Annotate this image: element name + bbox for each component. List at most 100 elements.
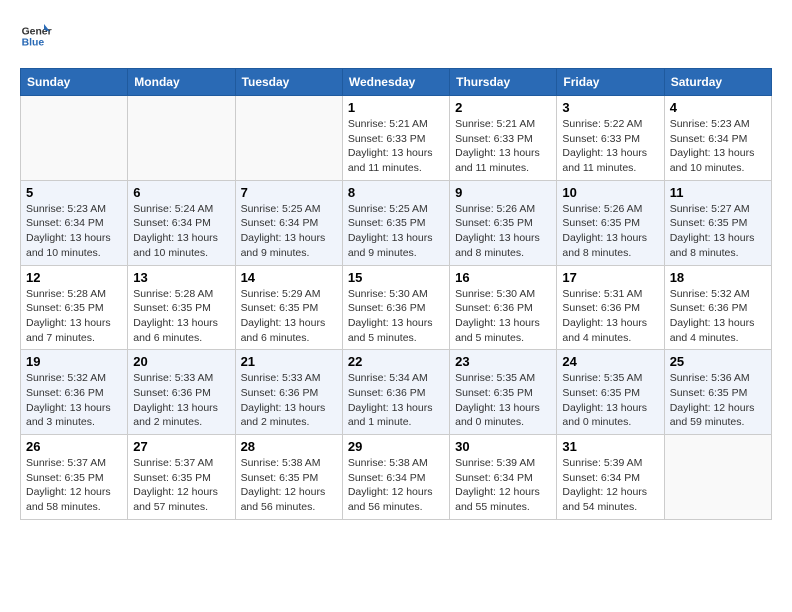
day-number: 26 [26, 439, 122, 454]
calendar-cell: 9Sunrise: 5:26 AM Sunset: 6:35 PM Daylig… [450, 180, 557, 265]
calendar-cell: 29Sunrise: 5:38 AM Sunset: 6:34 PM Dayli… [342, 435, 449, 520]
calendar-week-row: 12 Sunrise: 5:28 AM Sunset: 6:35 PM Dayli… [21, 265, 772, 350]
day-info: Sunrise: 5:32 AM Sunset: 6:36 PM Dayligh… [26, 371, 122, 430]
day-info: Sunrise: 5:23 AM Sunset: 6:34 PM Dayligh… [670, 117, 766, 176]
day-info: Sunrise: 5:39 AM Sunset: 6:34 PM Dayligh… [562, 456, 658, 515]
day-number: 7 [241, 185, 337, 200]
calendar-cell: 18 Sunrise: 5:32 AM Sunset: 6:36 PM Dayli… [664, 265, 771, 350]
day-header-saturday: Saturday [664, 69, 771, 96]
calendar-cell: 26 Sunrise: 5:37 AM Sunset: 6:35 PM Dayli… [21, 435, 128, 520]
day-number: 25 [670, 354, 766, 369]
calendar-cell: 13 Sunrise: 5:28 AM Sunset: 6:35 PM Dayli… [128, 265, 235, 350]
day-number: 21 [241, 354, 337, 369]
calendar-cell [128, 96, 235, 181]
day-info: Sunrise: 5:32 AM Sunset: 6:36 PM Dayligh… [670, 287, 766, 346]
svg-text:Blue: Blue [22, 38, 45, 49]
calendar-cell: 14 Sunrise: 5:29 AM Sunset: 6:35 PM Dayli… [235, 265, 342, 350]
day-header-sunday: Sunday [21, 69, 128, 96]
day-info: Sunrise: 5:25 AM Sunset: 6:34 PM Dayligh… [241, 202, 337, 261]
day-info: Sunrise: 5:28 AM Sunset: 6:35 PM Dayligh… [26, 287, 122, 346]
day-info: Sunrise: 5:22 AM Sunset: 6:33 PM Dayligh… [562, 117, 658, 176]
calendar-cell: 15Sunrise: 5:30 AM Sunset: 6:36 PM Dayli… [342, 265, 449, 350]
day-number: 30 [455, 439, 551, 454]
calendar-cell: 22 Sunrise: 5:34 AM Sunset: 6:36 PM Dayli… [342, 350, 449, 435]
day-number: 5 [26, 185, 122, 200]
day-info: Sunrise: 5:29 AM Sunset: 6:35 PM Dayligh… [241, 287, 337, 346]
day-info: Sunrise: 5:38 AM Sunset: 6:35 PM Dayligh… [241, 456, 337, 515]
day-number: 15 [348, 270, 444, 285]
day-info: Sunrise: 5:28 AM Sunset: 6:35 PM Dayligh… [133, 287, 229, 346]
calendar-week-row: 26 Sunrise: 5:37 AM Sunset: 6:35 PM Dayli… [21, 435, 772, 520]
day-number: 17 [562, 270, 658, 285]
day-number: 12 [26, 270, 122, 285]
day-number: 11 [670, 185, 766, 200]
calendar-header-row: SundayMondayTuesdayWednesdayThursdayFrid… [21, 69, 772, 96]
calendar-cell: 16 Sunrise: 5:30 AM Sunset: 6:36 PM Dayli… [450, 265, 557, 350]
day-number: 10 [562, 185, 658, 200]
day-header-tuesday: Tuesday [235, 69, 342, 96]
logo: General Blue [20, 20, 56, 52]
day-info: Sunrise: 5:35 AM Sunset: 6:35 PM Dayligh… [455, 371, 551, 430]
calendar-cell: 3Sunrise: 5:22 AM Sunset: 6:33 PM Daylig… [557, 96, 664, 181]
day-number: 20 [133, 354, 229, 369]
calendar-cell: 2 Sunrise: 5:21 AM Sunset: 6:33 PM Daylig… [450, 96, 557, 181]
calendar-cell: 11 Sunrise: 5:27 AM Sunset: 6:35 PM Dayli… [664, 180, 771, 265]
day-info: Sunrise: 5:39 AM Sunset: 6:34 PM Dayligh… [455, 456, 551, 515]
day-info: Sunrise: 5:37 AM Sunset: 6:35 PM Dayligh… [133, 456, 229, 515]
day-number: 6 [133, 185, 229, 200]
calendar-cell: 5 Sunrise: 5:23 AM Sunset: 6:34 PM Daylig… [21, 180, 128, 265]
day-header-monday: Monday [128, 69, 235, 96]
day-info: Sunrise: 5:21 AM Sunset: 6:33 PM Dayligh… [348, 117, 444, 176]
day-info: Sunrise: 5:34 AM Sunset: 6:36 PM Dayligh… [348, 371, 444, 430]
day-info: Sunrise: 5:35 AM Sunset: 6:35 PM Dayligh… [562, 371, 658, 430]
calendar-cell: 4 Sunrise: 5:23 AM Sunset: 6:34 PM Daylig… [664, 96, 771, 181]
day-info: Sunrise: 5:37 AM Sunset: 6:35 PM Dayligh… [26, 456, 122, 515]
calendar-cell: 21 Sunrise: 5:33 AM Sunset: 6:36 PM Dayli… [235, 350, 342, 435]
calendar-cell: 28 Sunrise: 5:38 AM Sunset: 6:35 PM Dayli… [235, 435, 342, 520]
day-info: Sunrise: 5:26 AM Sunset: 6:35 PM Dayligh… [455, 202, 551, 261]
day-info: Sunrise: 5:26 AM Sunset: 6:35 PM Dayligh… [562, 202, 658, 261]
day-info: Sunrise: 5:33 AM Sunset: 6:36 PM Dayligh… [241, 371, 337, 430]
day-number: 27 [133, 439, 229, 454]
day-info: Sunrise: 5:36 AM Sunset: 6:35 PM Dayligh… [670, 371, 766, 430]
calendar-cell: 31 Sunrise: 5:39 AM Sunset: 6:34 PM Dayli… [557, 435, 664, 520]
day-number: 18 [670, 270, 766, 285]
calendar-cell: 6 Sunrise: 5:24 AM Sunset: 6:34 PM Daylig… [128, 180, 235, 265]
calendar-week-row: 1 Sunrise: 5:21 AM Sunset: 6:33 PM Daylig… [21, 96, 772, 181]
day-number: 8 [348, 185, 444, 200]
day-number: 31 [562, 439, 658, 454]
day-header-wednesday: Wednesday [342, 69, 449, 96]
day-info: Sunrise: 5:31 AM Sunset: 6:36 PM Dayligh… [562, 287, 658, 346]
calendar-week-row: 19Sunrise: 5:32 AM Sunset: 6:36 PM Dayli… [21, 350, 772, 435]
day-number: 23 [455, 354, 551, 369]
day-number: 24 [562, 354, 658, 369]
day-number: 14 [241, 270, 337, 285]
calendar-cell: 20 Sunrise: 5:33 AM Sunset: 6:36 PM Dayli… [128, 350, 235, 435]
calendar-cell: 25 Sunrise: 5:36 AM Sunset: 6:35 PM Dayli… [664, 350, 771, 435]
calendar-cell: 8 Sunrise: 5:25 AM Sunset: 6:35 PM Daylig… [342, 180, 449, 265]
logo-icon: General Blue [20, 20, 52, 52]
day-info: Sunrise: 5:24 AM Sunset: 6:34 PM Dayligh… [133, 202, 229, 261]
day-header-thursday: Thursday [450, 69, 557, 96]
calendar-cell: 10 Sunrise: 5:26 AM Sunset: 6:35 PM Dayli… [557, 180, 664, 265]
day-info: Sunrise: 5:30 AM Sunset: 6:36 PM Dayligh… [455, 287, 551, 346]
calendar-cell [664, 435, 771, 520]
day-number: 29 [348, 439, 444, 454]
calendar-cell: 23 Sunrise: 5:35 AM Sunset: 6:35 PM Dayli… [450, 350, 557, 435]
day-number: 2 [455, 100, 551, 115]
day-number: 1 [348, 100, 444, 115]
calendar-cell: 27 Sunrise: 5:37 AM Sunset: 6:35 PM Dayli… [128, 435, 235, 520]
day-info: Sunrise: 5:21 AM Sunset: 6:33 PM Dayligh… [455, 117, 551, 176]
day-info: Sunrise: 5:33 AM Sunset: 6:36 PM Dayligh… [133, 371, 229, 430]
day-info: Sunrise: 5:23 AM Sunset: 6:34 PM Dayligh… [26, 202, 122, 261]
day-number: 13 [133, 270, 229, 285]
calendar-week-row: 5 Sunrise: 5:23 AM Sunset: 6:34 PM Daylig… [21, 180, 772, 265]
day-number: 22 [348, 354, 444, 369]
day-number: 16 [455, 270, 551, 285]
day-info: Sunrise: 5:27 AM Sunset: 6:35 PM Dayligh… [670, 202, 766, 261]
day-number: 28 [241, 439, 337, 454]
day-info: Sunrise: 5:25 AM Sunset: 6:35 PM Dayligh… [348, 202, 444, 261]
calendar-cell: 24 Sunrise: 5:35 AM Sunset: 6:35 PM Dayli… [557, 350, 664, 435]
calendar-cell [21, 96, 128, 181]
day-number: 4 [670, 100, 766, 115]
